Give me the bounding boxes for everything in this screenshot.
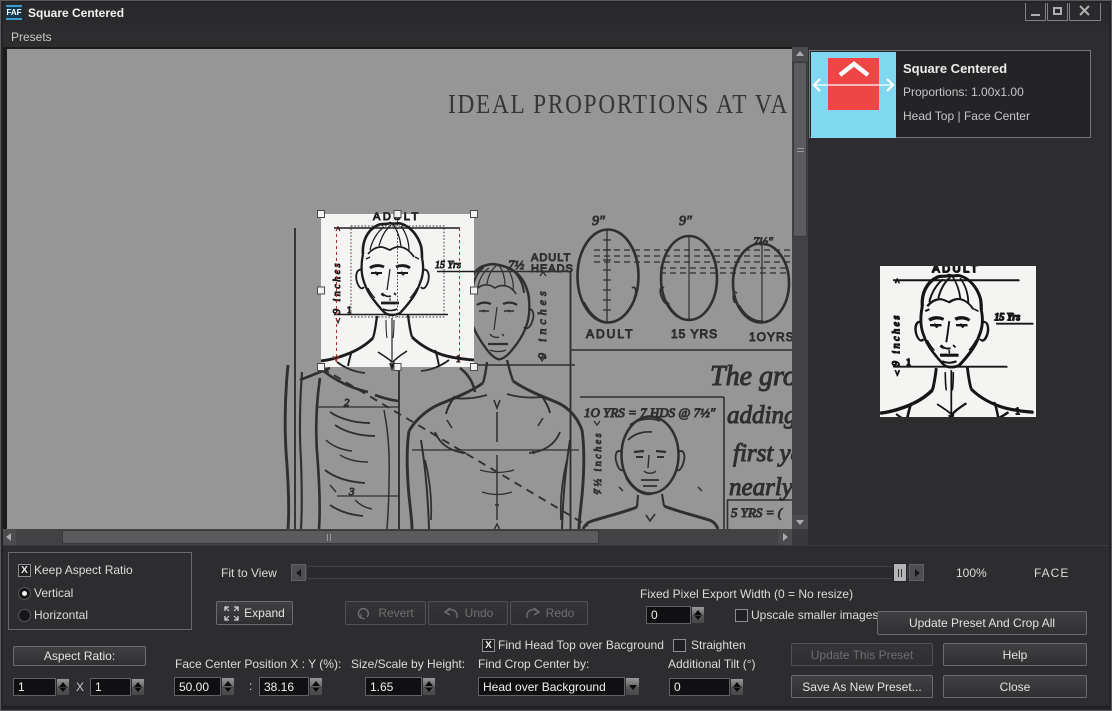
svg-text:9 inches: 9 inches bbox=[535, 287, 549, 359]
svg-text:adding: adding bbox=[727, 402, 792, 429]
svg-text:3: 3 bbox=[348, 486, 355, 498]
svg-text:HEADS: HEADS bbox=[531, 263, 574, 275]
svg-text:IDEAL PROPORTIONS AT VA: IDEAL PROPORTIONS AT VA bbox=[448, 89, 789, 119]
svg-text:1O YRS = 7 HDS @ 7½″: 1O YRS = 7 HDS @ 7½″ bbox=[584, 405, 716, 420]
svg-text:first ye: first ye bbox=[733, 440, 792, 467]
svg-text:ADULT: ADULT bbox=[586, 327, 634, 341]
svg-text:The grow: The grow bbox=[710, 361, 792, 392]
svg-text:1OYRS: 1OYRS bbox=[749, 330, 792, 344]
svg-text:7½: 7½ bbox=[508, 257, 525, 272]
svg-text:nearly: nearly bbox=[729, 474, 792, 501]
svg-text:9″: 9″ bbox=[592, 214, 605, 229]
svg-text:2: 2 bbox=[344, 397, 350, 409]
svg-text:9″: 9″ bbox=[679, 214, 692, 229]
svg-text:7½″: 7½″ bbox=[753, 234, 774, 248]
svg-text:5 YRS = (: 5 YRS = ( bbox=[731, 505, 783, 520]
svg-text:7½ inches: 7½ inches bbox=[593, 431, 604, 494]
svg-text:15 YRS: 15 YRS bbox=[671, 327, 718, 341]
